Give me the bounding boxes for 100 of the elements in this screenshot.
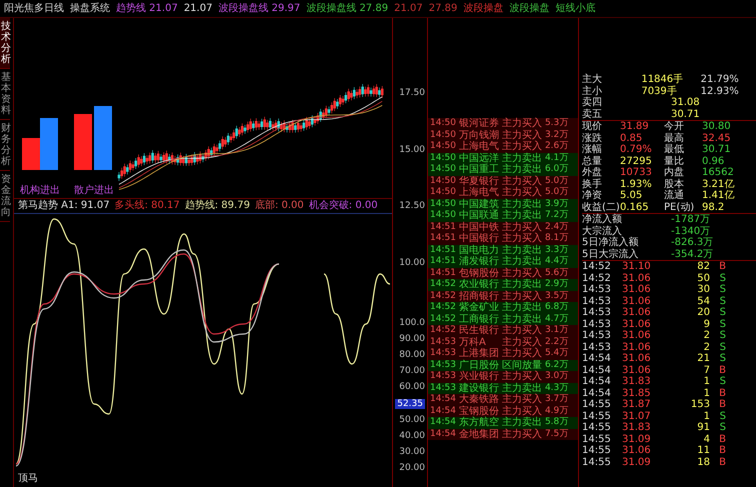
- quote-value: -826.3万: [671, 237, 714, 248]
- quote-value: 0.85: [620, 132, 644, 144]
- flow-time: 14:50: [430, 141, 456, 152]
- axis-label: 50.00: [398, 414, 425, 425]
- stock-name: 中国银行: [458, 233, 499, 244]
- flow-amount: 3.9万: [544, 198, 568, 210]
- flow-time: 14:54: [430, 406, 456, 417]
- quote-value: 0.79%: [620, 144, 653, 156]
- axis-label: 20.00: [398, 462, 425, 473]
- stock-name: 农业银行: [458, 279, 499, 290]
- tick-price: 31.06: [622, 330, 652, 342]
- quote-value: 10733: [620, 167, 653, 178]
- indicator-label: 短线小底: [555, 2, 596, 15]
- flow-action: 主力卖出: [502, 198, 542, 210]
- tick-side: S: [718, 296, 726, 307]
- tick-price: 31.06: [622, 364, 652, 376]
- tick-volume: 20: [696, 307, 710, 318]
- indicator-label: 趋势线: 89.79: [184, 199, 250, 213]
- flow-time: 14:52: [430, 279, 456, 290]
- indicator-label: 波段操盘线 27.89: [306, 2, 388, 15]
- flow-amount: 3.1万: [544, 325, 568, 336]
- quote-label: 5日净流入额: [582, 237, 640, 248]
- quote-label: 今开: [664, 121, 685, 132]
- flow-time: 14:50: [430, 210, 456, 222]
- quote-value: 21.79%: [700, 74, 740, 86]
- tick-side: B: [718, 456, 726, 468]
- stock-name: 中国中铁: [458, 222, 499, 232]
- flow-time: 14:51: [430, 222, 456, 233]
- flow-amount: 3.5万: [544, 290, 568, 302]
- flow-amount: 3.0万: [544, 371, 568, 382]
- tick-time: 14:55: [582, 410, 612, 422]
- stock-name: 大秦铁路: [458, 394, 499, 406]
- flow-time: 14:50: [430, 198, 456, 210]
- flow-action: 主力买入: [502, 336, 542, 348]
- tick-price: 31.83: [622, 376, 652, 388]
- stock-name: 中国联通: [458, 210, 499, 222]
- flow-amount: 3.2万: [544, 130, 568, 141]
- tick-volume: 2: [702, 342, 710, 353]
- indicator-label: 顶马: [18, 472, 38, 485]
- flow-action: 主力卖出: [502, 302, 542, 314]
- tick-price: 31.06: [622, 353, 652, 364]
- stock-name: 万科A: [458, 336, 487, 348]
- quote-value: -1340万: [671, 226, 712, 237]
- quote-label: 总量: [582, 156, 603, 167]
- tick-time: 14:54: [582, 376, 612, 388]
- quote-value: 98.2: [702, 202, 726, 213]
- stock-name: 中国远洋: [458, 152, 499, 164]
- flow-action: 主力买入: [502, 141, 542, 152]
- side-tab[interactable]: 基本资料: [0, 69, 10, 120]
- flow-time: 14:53: [430, 360, 456, 371]
- tick-volume: 4: [702, 434, 710, 445]
- quote-label: 换手: [582, 178, 603, 190]
- flow-action: 主力买入: [502, 394, 542, 406]
- quote-value: -1787万: [671, 214, 712, 226]
- tick-side: B: [718, 399, 726, 410]
- bar-label: 机构进出: [20, 184, 60, 197]
- flow-action: 主力买入: [502, 268, 542, 278]
- quote-value: 11846手: [641, 74, 684, 86]
- indicator-label: 多头线: 80.17: [114, 199, 180, 213]
- current-value-label: 52.35: [395, 398, 425, 409]
- flow-amount: 7.5万: [544, 428, 568, 440]
- flow-time: 14:50: [430, 130, 456, 141]
- indicator-label: 21.07: [394, 2, 423, 15]
- stock-name: 包钢股份: [458, 268, 499, 278]
- side-tab[interactable]: 资金流向: [0, 171, 10, 222]
- indicator-label: 底部: 0.00: [254, 199, 304, 213]
- flow-time: 14:52: [430, 325, 456, 336]
- flow-action: 主力买入: [502, 233, 542, 244]
- indicator-label: 操盘系统: [70, 2, 110, 15]
- flow-action: 主力卖出: [502, 417, 542, 428]
- tick-side: B: [718, 388, 726, 399]
- side-tab[interactable]: 技术分析: [0, 18, 10, 69]
- axis-label: 15.00: [398, 144, 425, 155]
- flow-action: 主力卖出: [502, 256, 542, 268]
- flow-action: 区间放量: [502, 360, 542, 370]
- quote-value: 30.80: [702, 121, 732, 132]
- quote-label: 收益(二): [582, 202, 620, 213]
- stock-name: 招商银行: [458, 290, 499, 302]
- tick-volume: 7: [702, 364, 710, 376]
- tick-price: 31.87: [622, 399, 652, 410]
- flow-time: 14:54: [430, 428, 456, 440]
- flow-time: 14:52: [430, 290, 456, 302]
- tick-volume: 2: [702, 330, 710, 342]
- quote-value: 5.05: [620, 190, 644, 202]
- flow-action: 主力买入: [502, 176, 542, 186]
- axis-label: 40.00: [398, 430, 425, 441]
- tick-volume: 1: [702, 376, 710, 388]
- side-tab[interactable]: 财务分析: [0, 120, 10, 171]
- tick-price: 31.85: [622, 388, 652, 399]
- tick-time: 14:53: [582, 342, 612, 353]
- flow-amount: 7.2万: [544, 210, 568, 222]
- quote-value: 27295: [620, 156, 653, 167]
- tick-side: B: [718, 364, 726, 376]
- quote-label: 股本: [664, 178, 685, 190]
- quote-label: 量比: [664, 156, 685, 166]
- axis-label: 70.00: [398, 366, 425, 376]
- quote-value: 31.08: [671, 97, 701, 108]
- quote-label: 大宗流入: [582, 226, 623, 236]
- quote-value: 30.71: [702, 144, 732, 156]
- stock-name: 东方航空: [458, 417, 499, 428]
